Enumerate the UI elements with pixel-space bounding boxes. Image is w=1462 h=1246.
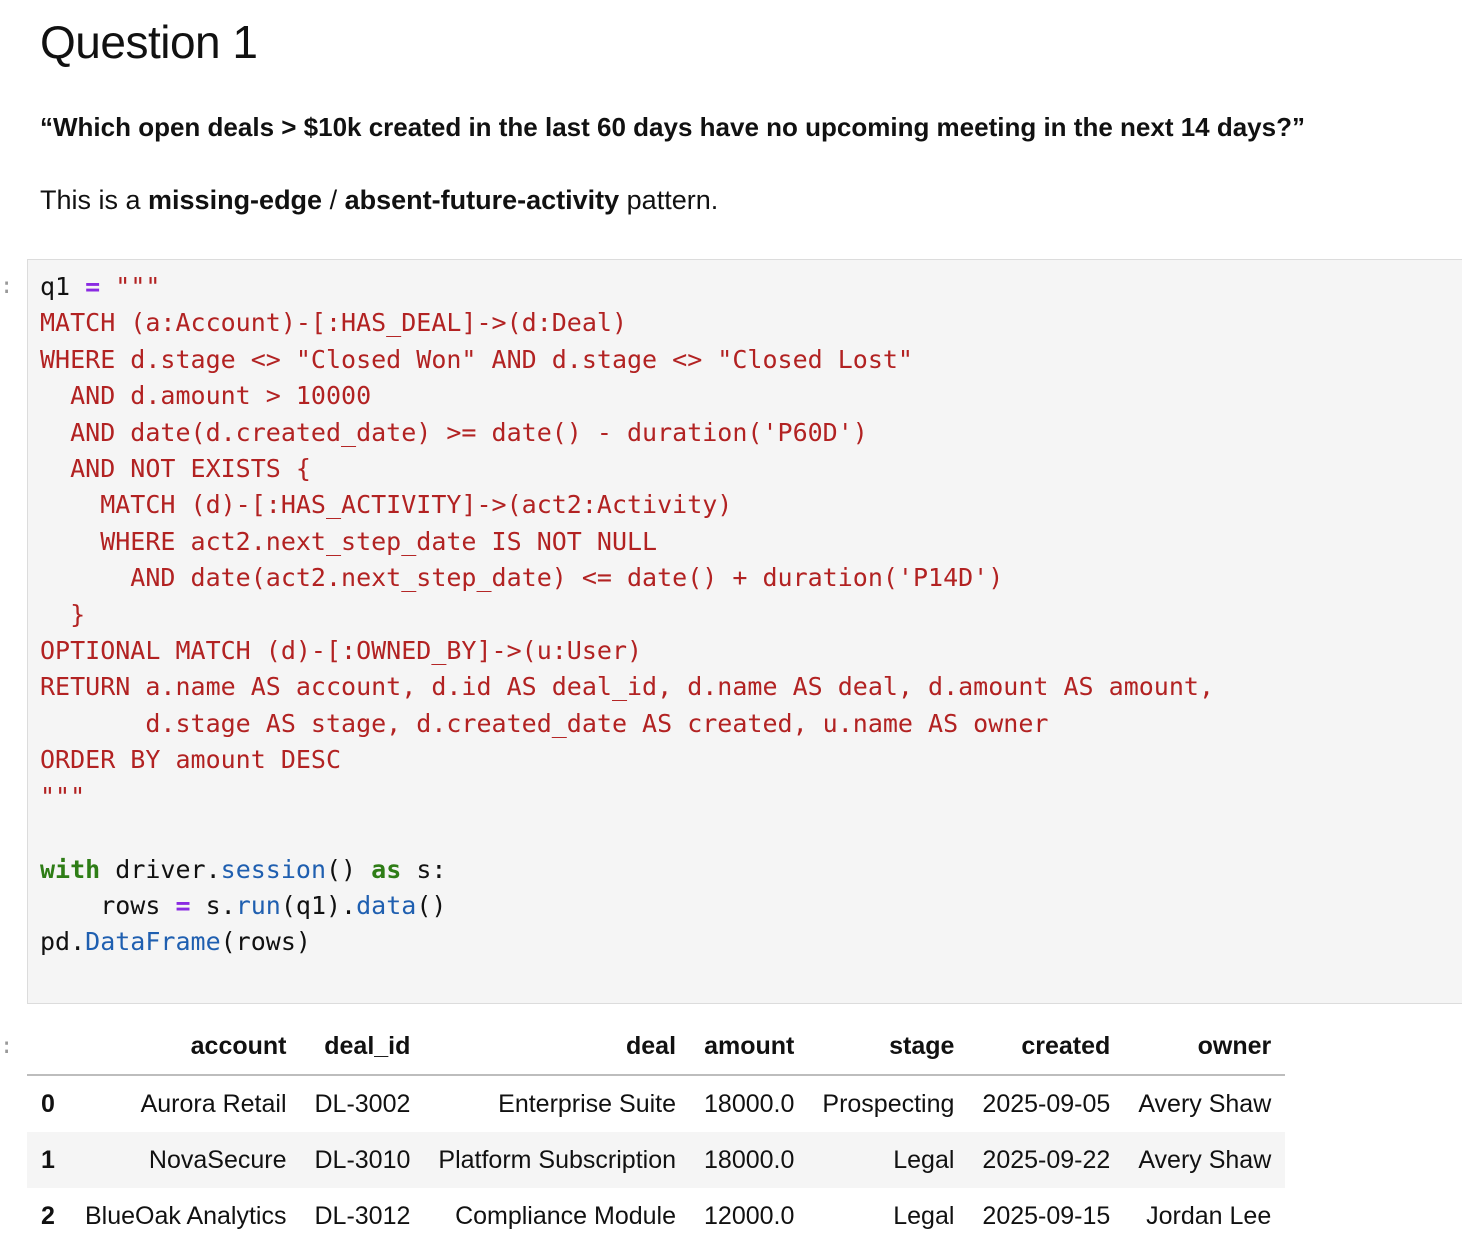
column-header-deal: deal: [424, 1018, 691, 1076]
output-cell-prompt: :: [0, 1034, 14, 1059]
para-suffix: pattern.: [619, 185, 719, 215]
code-line-13: d.stage AS stage, d.created_date AS crea…: [40, 708, 1049, 738]
code-line-11: OPTIONAL MATCH (d)-[:OWNED_BY]->(u:User): [40, 636, 643, 666]
table-header-row: account deal_id deal amount stage create…: [27, 1018, 1286, 1076]
code-line-4: AND d.amount > 10000: [40, 381, 372, 411]
pattern-description: This is a missing-edge / absent-future-a…: [40, 182, 718, 218]
output-cell: account deal_id deal amount stage create…: [27, 1018, 1377, 1244]
cell-owner: Avery Shaw: [1138, 1089, 1272, 1118]
cell-owner: Jordan Lee: [1146, 1201, 1272, 1230]
code-line-17: with driver.session() as s:: [40, 854, 447, 884]
cell-created: 2025-09-05: [982, 1089, 1111, 1118]
para-bold-absent-future-activity: absent-future-activity: [344, 185, 620, 215]
row-index: 2: [41, 1201, 55, 1230]
table-row: 2 BlueOak Analytics DL-3012 Compliance M…: [27, 1188, 1285, 1244]
column-header-account: account: [71, 1018, 301, 1076]
code-line-5: AND date(d.created_date) >= date() - dur…: [40, 417, 868, 447]
cell-deal-id: DL-3002: [314, 1089, 411, 1118]
cell-deal: Platform Subscription: [438, 1145, 677, 1174]
row-index: 0: [41, 1089, 55, 1118]
column-header-amount: amount: [690, 1018, 809, 1076]
column-header-created: created: [968, 1018, 1125, 1076]
cell-deal: Enterprise Suite: [498, 1089, 677, 1118]
code-line-12: RETURN a.name AS account, d.id AS deal_i…: [40, 672, 1214, 702]
question-quote: “Which open deals > $10k created in the …: [40, 112, 1305, 142]
para-prefix: This is a: [40, 185, 149, 215]
code-line-1: q1 = """: [40, 272, 161, 301]
code-line-6: AND NOT EXISTS {: [40, 454, 311, 484]
para-bold-missing-edge: missing-edge: [148, 185, 323, 215]
code-line-19: pd.DataFrame(rows): [40, 927, 311, 957]
cell-account: NovaSecure: [148, 1145, 287, 1174]
cell-deal-id: DL-3012: [314, 1201, 411, 1230]
table-row: 0 Aurora Retail DL-3002 Enterprise Suite…: [27, 1075, 1285, 1132]
column-header-deal-id: deal_id: [300, 1018, 425, 1076]
cell-owner: Avery Shaw: [1138, 1145, 1272, 1174]
code-line-14: ORDER BY amount DESC: [40, 745, 342, 775]
code-editor[interactable]: q1 = """ MATCH (a:Account)-[:HAS_DEAL]->…: [40, 269, 1214, 961]
cell-deal-id: DL-3010: [314, 1145, 411, 1174]
cell-created: 2025-09-15: [982, 1201, 1111, 1230]
cell-created: 2025-09-22: [982, 1145, 1111, 1174]
table-row: 1 NovaSecure DL-3010 Platform Subscripti…: [27, 1132, 1286, 1188]
code-line-15: """: [40, 781, 86, 811]
column-header-owner: owner: [1124, 1018, 1286, 1076]
cell-stage: Legal: [893, 1201, 955, 1230]
cell-account: Aurora Retail: [140, 1089, 287, 1118]
code-line-7: MATCH (d)-[:HAS_ACTIVITY]->(act2:Activit…: [40, 490, 733, 520]
column-header-index: [27, 1018, 71, 1076]
cell-account: BlueOak Analytics: [85, 1201, 287, 1230]
cell-amount: 12000.0: [704, 1201, 795, 1230]
code-line-8: WHERE act2.next_step_date IS NOT NULL: [40, 526, 658, 556]
cell-amount: 18000.0: [704, 1089, 795, 1118]
cell-deal: Compliance Module: [455, 1201, 677, 1230]
para-separator: /: [322, 185, 345, 215]
code-line-18: rows = s.run(q1).data(): [40, 890, 447, 920]
cell-stage: Legal: [893, 1145, 955, 1174]
code-line-3: WHERE d.stage <> "Closed Won" AND d.stag…: [40, 344, 913, 374]
cell-stage: Prospecting: [822, 1089, 955, 1118]
dataframe-table: account deal_id deal amount stage create…: [27, 1018, 1286, 1244]
page-title: Question 1: [40, 16, 258, 68]
cell-amount: 18000.0: [704, 1145, 795, 1174]
row-index: 1: [41, 1145, 55, 1174]
code-cell[interactable]: q1 = """ MATCH (a:Account)-[:HAS_DEAL]->…: [27, 259, 1462, 1004]
code-cell-prompt: :: [0, 274, 14, 299]
code-line-9: AND date(act2.next_step_date) <= date() …: [40, 563, 1004, 593]
code-line-2: MATCH (a:Account)-[:HAS_DEAL]->(d:Deal): [40, 308, 627, 338]
code-line-10: }: [40, 599, 86, 629]
column-header-stage: stage: [808, 1018, 969, 1076]
